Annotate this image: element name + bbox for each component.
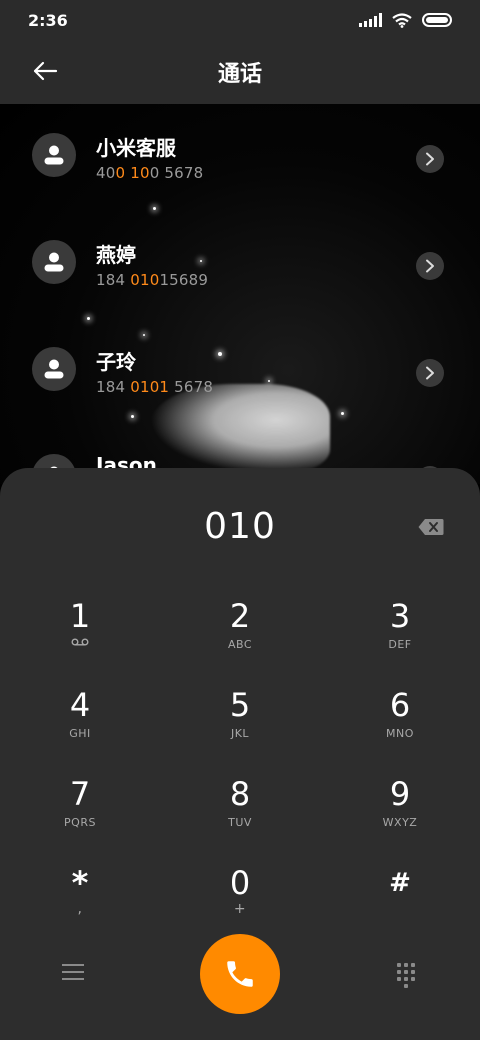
contact-item[interactable]: 子玲 184 0101 5678 bbox=[0, 318, 480, 418]
avatar bbox=[32, 240, 76, 284]
key-7[interactable]: 7 PQRS bbox=[0, 766, 160, 846]
back-button[interactable] bbox=[28, 54, 62, 88]
backspace-icon bbox=[418, 519, 444, 535]
contact-number: 184 01015689 bbox=[96, 271, 209, 289]
arrow-left-icon bbox=[33, 61, 58, 81]
key-8[interactable]: 8 TUV bbox=[160, 766, 320, 846]
avatar bbox=[32, 133, 76, 177]
key-star[interactable]: * , bbox=[0, 855, 160, 935]
contact-number: 184 0101 5678 bbox=[96, 378, 214, 396]
contact-name: 燕婷 bbox=[96, 243, 136, 267]
menu-button[interactable] bbox=[62, 964, 84, 982]
contact-number: 400 100 5678 bbox=[96, 164, 204, 182]
menu-icon bbox=[62, 964, 84, 966]
delete-button[interactable] bbox=[418, 518, 444, 536]
voicemail-icon bbox=[71, 638, 89, 646]
status-time: 2:36 bbox=[28, 10, 68, 30]
chevron-right-icon bbox=[426, 366, 434, 380]
dialpad-panel: 010 1 2 ABC 3 DEF 4 GHI 5 JKL 6 MNO 7 PQ… bbox=[0, 468, 480, 1040]
battery-icon bbox=[422, 13, 452, 27]
key-hash[interactable]: # bbox=[320, 855, 480, 935]
key-4[interactable]: 4 GHI bbox=[0, 677, 160, 757]
contact-name: 小米客服 bbox=[96, 136, 176, 160]
contact-detail-button[interactable] bbox=[416, 359, 444, 387]
key-6[interactable]: 6 MNO bbox=[320, 677, 480, 757]
chevron-right-icon bbox=[426, 152, 434, 166]
chevron-right-icon bbox=[426, 259, 434, 273]
key-3[interactable]: 3 DEF bbox=[320, 588, 480, 668]
app-bar: 通话 bbox=[0, 40, 480, 104]
contact-item[interactable]: 燕婷 184 01015689 bbox=[0, 211, 480, 311]
key-2[interactable]: 2 ABC bbox=[160, 588, 320, 668]
avatar bbox=[32, 347, 76, 391]
phone-icon bbox=[227, 961, 253, 987]
key-1[interactable]: 1 bbox=[0, 588, 160, 668]
contact-name: 子玲 bbox=[96, 350, 136, 374]
status-icons bbox=[359, 12, 452, 28]
wifi-icon bbox=[392, 12, 412, 28]
contact-detail-button[interactable] bbox=[416, 145, 444, 173]
person-icon bbox=[44, 359, 64, 379]
call-button[interactable] bbox=[200, 934, 280, 1014]
key-9[interactable]: 9 WXYZ bbox=[320, 766, 480, 846]
dial-input[interactable]: 010 bbox=[0, 506, 480, 547]
key-0[interactable]: 0 + bbox=[160, 855, 320, 935]
status-bar: 2:36 bbox=[0, 0, 480, 40]
contact-item[interactable]: 小米客服 400 100 5678 bbox=[0, 104, 480, 204]
person-icon bbox=[44, 252, 64, 272]
person-icon bbox=[44, 145, 64, 165]
keypad-toggle-button[interactable] bbox=[397, 963, 417, 988]
keypad-icon bbox=[397, 963, 401, 967]
page-title: 通话 bbox=[217, 62, 262, 87]
key-5[interactable]: 5 JKL bbox=[160, 677, 320, 757]
signal-icon bbox=[359, 13, 382, 27]
contact-detail-button[interactable] bbox=[416, 252, 444, 280]
